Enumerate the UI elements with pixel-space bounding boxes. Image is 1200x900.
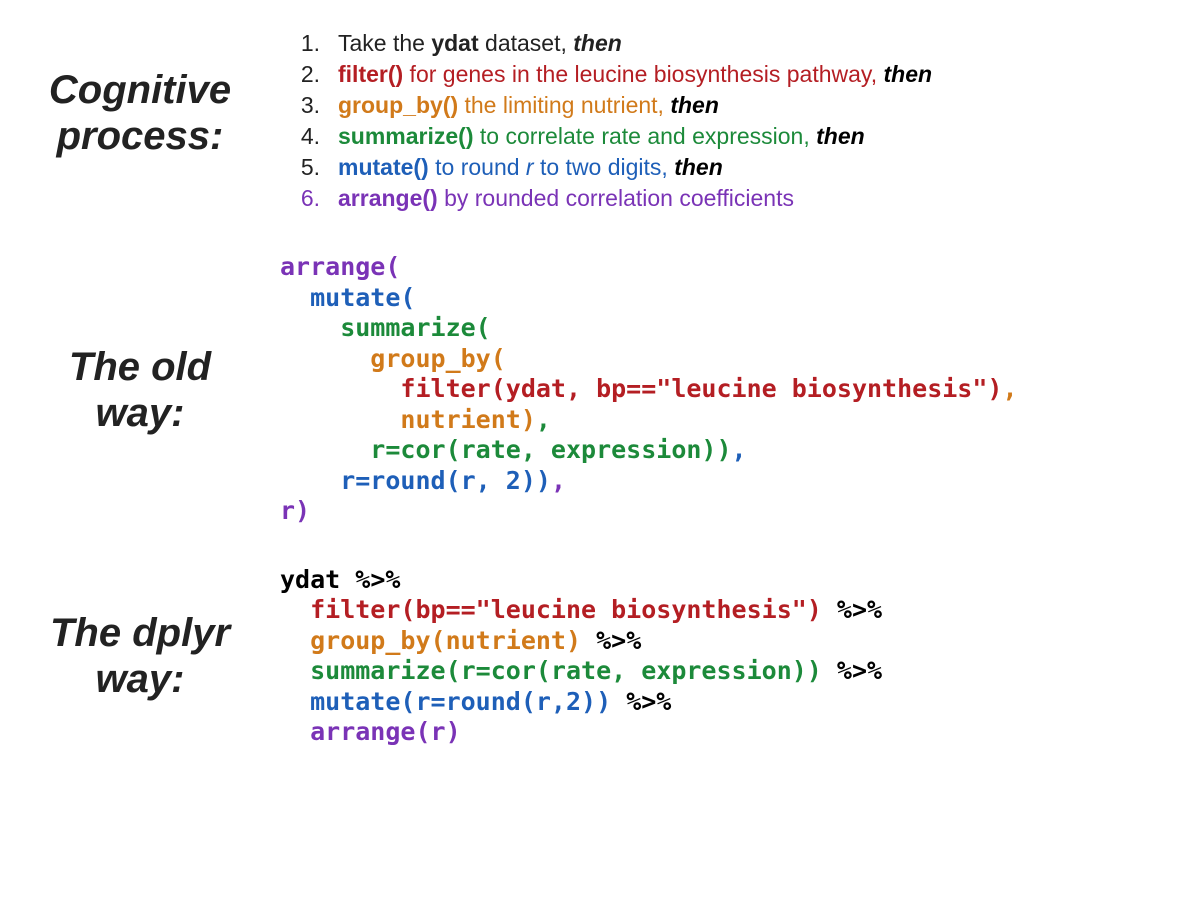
code-comma: , (732, 435, 747, 464)
step-number: 4. (280, 121, 338, 152)
step-number: 1. (280, 28, 338, 59)
step-1: 1. Take the ydat dataset, then (280, 28, 1200, 59)
code-comma: , (1002, 374, 1017, 403)
code-pipe: %>% (355, 565, 400, 594)
code-filter-call: filter(ydat, bp=="leucine biosynthesis") (280, 374, 1002, 403)
section-cognitive-process: Cognitive process: 1. Take the ydat data… (0, 0, 1200, 214)
old-way-code-container: arrange( mutate( summarize( group_by( fi… (280, 252, 1200, 527)
code-arrange-arg: r) (280, 496, 310, 525)
code-arrange: arrange(r) (280, 717, 461, 746)
code-mutate: mutate(r=round(r,2)) (280, 687, 611, 716)
label-old-line2: way: (0, 390, 280, 436)
label-cognitive-line1: Cognitive (0, 67, 280, 113)
step-5: 5. mutate() to round r to two digits, th… (280, 152, 1200, 183)
step-3: 3. group_by() the limiting nutrient, the… (280, 90, 1200, 121)
dplyr-way-code-container: ydat %>% filter(bp=="leucine biosynthesi… (280, 565, 1200, 748)
code-groupby-arg: nutrient) (280, 405, 536, 434)
section-old-way: The old way: arrange( mutate( summarize(… (0, 252, 1200, 527)
label-dplyr-way: The dplyr way: (0, 610, 280, 702)
step-text: summarize() to correlate rate and expres… (338, 121, 865, 152)
step-6: 6. arrange() by rounded correlation coef… (280, 183, 1200, 214)
label-old-line1: The old (0, 344, 280, 390)
code-ydat: ydat (280, 565, 355, 594)
step-number: 3. (280, 90, 338, 121)
label-old-way: The old way: (0, 344, 280, 436)
step-text: arrange() by rounded correlation coeffic… (338, 183, 794, 214)
step-text: mutate() to round r to two digits, then (338, 152, 723, 183)
label-dplyr-line1: The dplyr (0, 610, 280, 656)
code-mutate-open: mutate( (280, 283, 415, 312)
label-cognitive: Cognitive process: (0, 67, 280, 159)
code-groupby-open: group_by( (280, 344, 506, 373)
old-way-code: arrange( mutate( summarize( group_by( fi… (280, 252, 1200, 527)
code-pipe: %>% (837, 656, 882, 685)
code-comma: , (551, 466, 566, 495)
steps-list-container: 1. Take the ydat dataset, then 2. filter… (280, 12, 1200, 214)
code-mutate-arg: r=round(r, 2)) (280, 466, 551, 495)
code-pipe: %>% (596, 626, 641, 655)
step-4: 4. summarize() to correlate rate and exp… (280, 121, 1200, 152)
dplyr-way-code: ydat %>% filter(bp=="leucine biosynthesi… (280, 565, 1200, 748)
label-dplyr-line2: way: (0, 656, 280, 702)
code-summarize-arg: r=cor(rate, expression)) (280, 435, 732, 464)
step-2: 2. filter() for genes in the leucine bio… (280, 59, 1200, 90)
step-number: 5. (280, 152, 338, 183)
code-comma: , (536, 405, 551, 434)
step-text: group_by() the limiting nutrient, then (338, 90, 719, 121)
step-number: 2. (280, 59, 338, 90)
step-text: Take the ydat dataset, then (338, 28, 622, 59)
code-arrange-open: arrange( (280, 252, 400, 281)
step-number: 6. (280, 183, 338, 214)
code-summarize: summarize(r=cor(rate, expression)) (280, 656, 822, 685)
code-filter: filter(bp=="leucine biosynthesis") (280, 595, 822, 624)
steps-list: 1. Take the ydat dataset, then 2. filter… (280, 28, 1200, 214)
code-summarize-open: summarize( (280, 313, 491, 342)
step-text: filter() for genes in the leucine biosyn… (338, 59, 932, 90)
label-cognitive-line2: process: (0, 113, 280, 159)
code-pipe: %>% (837, 595, 882, 624)
code-groupby: group_by(nutrient) (280, 626, 581, 655)
section-dplyr-way: The dplyr way: ydat %>% filter(bp=="leuc… (0, 565, 1200, 748)
code-pipe: %>% (626, 687, 671, 716)
